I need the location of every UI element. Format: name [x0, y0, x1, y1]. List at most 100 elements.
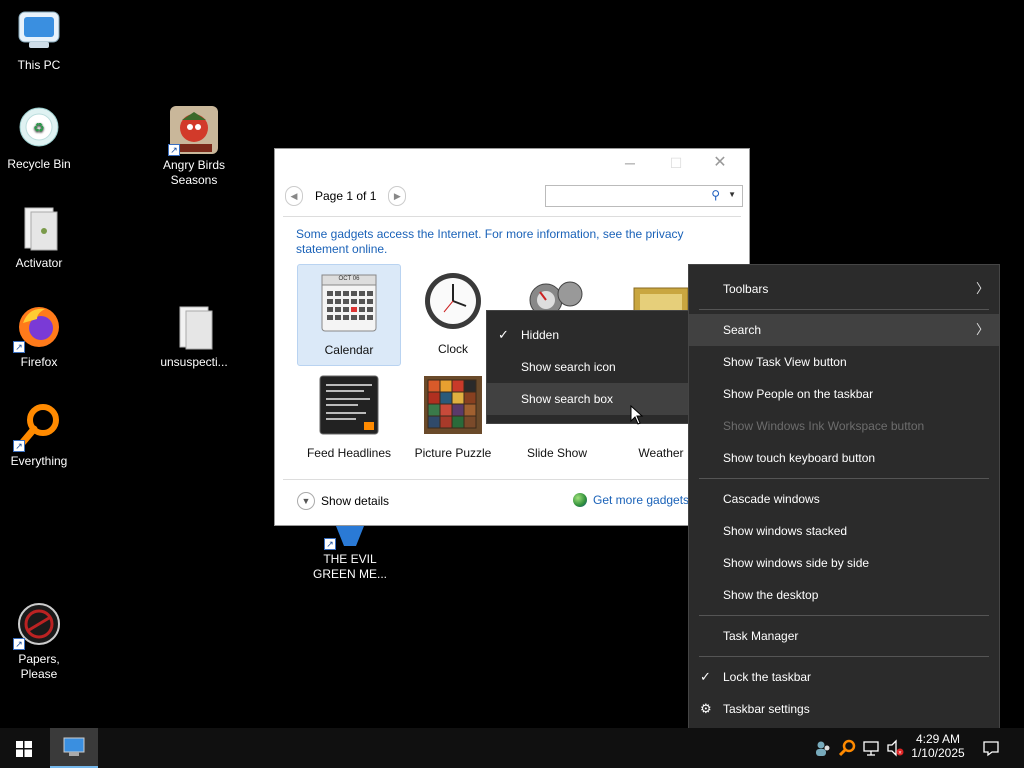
checkmark-icon: ✓	[700, 669, 711, 684]
menu-item-show-search-icon[interactable]: Show search icon	[487, 351, 689, 383]
menu-item-show-touch-keyboard[interactable]: Show touch keyboard button	[689, 442, 999, 474]
minimize-button[interactable]: ─	[615, 153, 645, 173]
menu-item-task-manager[interactable]: Task Manager	[689, 620, 999, 652]
gadgets-app-icon	[63, 737, 85, 756]
menu-item-hidden[interactable]: ✓ Hidden	[487, 319, 689, 351]
gadget-tile-label: Feed Headlines	[306, 446, 392, 460]
desktop-icon-label: Activator	[15, 256, 63, 270]
recycle-bin-icon: ♻	[15, 105, 63, 153]
angry-birds-icon: ↗	[168, 106, 218, 156]
divider	[283, 479, 741, 480]
checkmark-icon: ✓	[498, 327, 509, 342]
gadget-tile-label: Slide Show	[526, 446, 588, 460]
gadget-search-box[interactable]: ⚲ ▼	[545, 185, 743, 207]
chevron-right-icon: 〉	[975, 322, 989, 337]
mouse-cursor-icon	[630, 405, 644, 425]
desktop-icon-recycle-bin[interactable]: ♻ Recycle Bin	[0, 105, 78, 172]
people-icon[interactable]	[814, 739, 832, 757]
gadget-tile-label: Picture Puzzle	[414, 446, 492, 460]
menu-item-show-search-box[interactable]: Show search box	[487, 383, 689, 415]
internet-info-link[interactable]: Some gadgets access the Internet. For mo…	[296, 227, 716, 257]
menu-item-cascade-windows[interactable]: Cascade windows	[689, 483, 999, 515]
notifications-icon[interactable]	[982, 739, 1000, 757]
search-submenu: ✓ Hidden Show search icon Show search bo…	[486, 310, 690, 424]
maximize-button[interactable]: ☐	[661, 153, 691, 173]
chevron-down-icon[interactable]: ▼	[728, 190, 736, 199]
desktop-icon-label: THE EVIL GREEN ME...	[312, 552, 387, 581]
svg-text:♻: ♻	[33, 120, 45, 135]
desktop-icon-unsuspecting[interactable]: unsuspecti...	[155, 303, 233, 370]
menu-item-show-windows-side-by-side[interactable]: Show windows side by side	[689, 547, 999, 579]
menu-item-search[interactable]: Search 〉	[689, 314, 999, 346]
desktop-icon-label: This PC	[17, 58, 61, 72]
shortcut-arrow-icon: ↗	[168, 144, 180, 156]
calendar-month-label: OCT 06	[338, 276, 360, 282]
gadget-tile-label: Calendar	[324, 343, 374, 357]
clock-date: 1/10/2025	[911, 746, 965, 760]
menu-item-lock-taskbar[interactable]: ✓ Lock the taskbar	[689, 661, 999, 693]
clock-icon	[422, 270, 484, 332]
desktop-icon-label: Papers, Please	[18, 652, 60, 681]
shortcut-arrow-icon: ↗	[13, 341, 25, 353]
everything-tray-icon[interactable]	[838, 739, 856, 757]
firefox-icon: ↗	[13, 303, 63, 353]
menu-separator	[699, 615, 989, 616]
next-page-button[interactable]: ▶	[388, 186, 407, 206]
gadget-tile-feed-headlines[interactable]: Feed Headlines	[297, 368, 401, 470]
desktop-icon-label: Firefox	[20, 355, 58, 369]
previous-page-button[interactable]: ◀	[285, 186, 303, 206]
menu-item-show-windows-stacked[interactable]: Show windows stacked	[689, 515, 999, 547]
show-details-toggle[interactable]: ▼ Show details	[297, 492, 389, 510]
shortcut-arrow-icon: ↗	[13, 440, 25, 452]
window-titlebar[interactable]: ─ ☐ ✕	[275, 149, 749, 177]
network-icon[interactable]	[862, 739, 880, 757]
volume-muted-icon[interactable]: ×	[886, 739, 904, 757]
windows-logo-icon	[16, 741, 32, 757]
close-button[interactable]: ✕	[705, 153, 735, 173]
menu-item-show-task-view[interactable]: Show Task View button	[689, 346, 999, 378]
search-icon[interactable]: ⚲	[711, 188, 720, 202]
desktop-icon-label: Everything	[10, 454, 68, 468]
chevron-right-icon: 〉	[975, 281, 989, 296]
menu-separator	[699, 656, 989, 657]
taskbar-app-gadgets[interactable]	[50, 728, 98, 768]
desktop-icon-everything[interactable]: ↗ Everything	[0, 402, 78, 469]
menu-item-show-desktop[interactable]: Show the desktop	[689, 579, 999, 611]
clock-time: 4:29 AM	[915, 732, 961, 746]
desktop-icon-this-pc[interactable]: This PC	[0, 6, 78, 73]
page-navigator: ◀ Page 1 of 1 ▶	[285, 185, 407, 207]
gear-icon: ⚙	[700, 701, 712, 716]
menu-item-show-people[interactable]: Show People on the taskbar	[689, 378, 999, 410]
shortcut-arrow-icon: ↗	[324, 538, 336, 550]
svg-text:×: ×	[898, 751, 902, 757]
picture-puzzle-icon	[422, 374, 484, 436]
page-indicator: Page 1 of 1	[315, 189, 377, 203]
divider	[283, 216, 741, 217]
everything-search-icon: ↗	[13, 402, 63, 452]
globe-icon	[573, 493, 587, 507]
gadget-tile-calendar[interactable]: OCT 06 Calendar	[297, 264, 401, 366]
desktop-icon-firefox[interactable]: ↗ Firefox	[0, 303, 78, 370]
system-clock[interactable]: 4:29 AM 1/10/2025	[905, 732, 971, 760]
menu-separator	[699, 478, 989, 479]
taskbar-context-menu: Toolbars 〉 Search 〉 Show Task View butto…	[688, 264, 1000, 734]
papers-please-icon: ↗	[13, 600, 63, 650]
desktop-icon-activator[interactable]: Activator	[0, 204, 78, 271]
feed-headlines-icon	[318, 374, 380, 436]
taskbar[interactable]: × 4:29 AM 1/10/2025	[0, 728, 1024, 768]
menu-separator	[699, 309, 989, 310]
chevron-down-icon: ▼	[297, 492, 315, 510]
desktop-icon-angry-birds[interactable]: ↗ Angry Birds Seasons	[155, 106, 233, 188]
menu-item-show-ink-workspace: Show Windows Ink Workspace button	[723, 419, 925, 433]
menu-item-taskbar-settings[interactable]: ⚙ Taskbar settings	[689, 693, 999, 725]
calendar-icon: OCT 06	[318, 271, 380, 333]
menu-item-toolbars[interactable]: Toolbars 〉	[689, 273, 999, 305]
file-icon	[170, 303, 218, 351]
desktop-icon-label: Angry Birds Seasons	[162, 158, 226, 187]
computer-icon	[15, 6, 63, 54]
shortcut-arrow-icon: ↗	[13, 638, 25, 650]
start-button[interactable]	[0, 728, 48, 768]
desktop-icon-label: unsuspecti...	[160, 355, 228, 369]
desktop-icon-label: Recycle Bin	[7, 157, 71, 171]
desktop-icon-papers-please[interactable]: ↗ Papers, Please	[0, 600, 78, 682]
